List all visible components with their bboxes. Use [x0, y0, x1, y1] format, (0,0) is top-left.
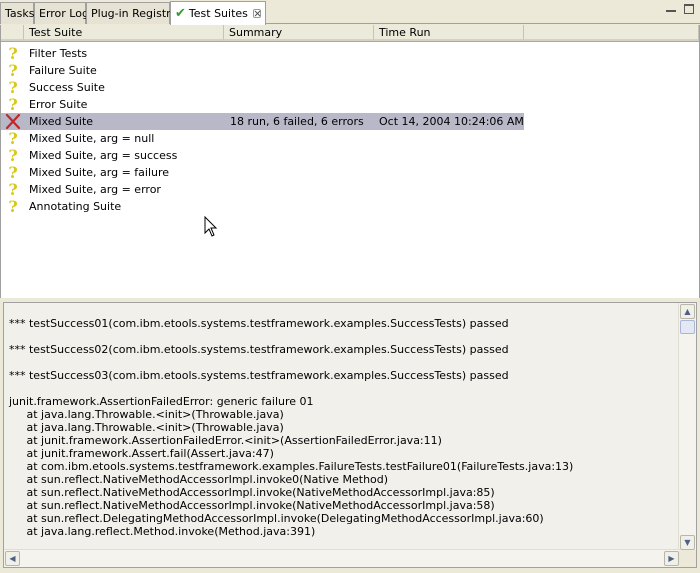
- console-line: at junit.framework.Assert.fail(Assert.ja…: [9, 447, 274, 460]
- close-icon[interactable]: [252, 9, 261, 18]
- test-suite-name: Mixed Suite, arg = null: [29, 132, 155, 145]
- table-row[interactable]: ? Success Suite: [1, 79, 524, 96]
- test-suite-name: Mixed Suite, arg = error: [29, 183, 161, 196]
- test-suite-name: Mixed Suite, arg = failure: [29, 166, 170, 179]
- table-row[interactable]: ? Mixed Suite, arg = success: [1, 147, 524, 164]
- console-line: junit.framework.AssertionFailedError: ge…: [9, 395, 314, 408]
- tab-test-suites[interactable]: ✔ Test Suites: [170, 1, 266, 25]
- test-suite-name: Failure Suite: [29, 64, 97, 77]
- console-line: at sun.reflect.NativeMethodAccessorImpl.…: [9, 473, 389, 486]
- column-header-time-run[interactable]: Time Run: [374, 25, 524, 41]
- question-mark-icon: ?: [8, 78, 18, 97]
- scroll-right-icon[interactable]: ▶: [664, 551, 679, 566]
- column-header-filler: [524, 25, 699, 41]
- console-line: at java.lang.Throwable.<init>(Throwable.…: [9, 421, 284, 434]
- table-row[interactable]: Mixed Suite 18 run, 6 failed, 6 errors Oct…: [1, 113, 524, 130]
- table-header: Test Suite Summary Time Run: [1, 25, 699, 42]
- test-suites-table: Test Suite Summary Time Run ? Filter Test…: [0, 25, 700, 298]
- question-mark-icon: ?: [8, 129, 18, 148]
- question-mark-icon: ?: [8, 180, 18, 199]
- tab-label: Tasks: [5, 6, 35, 20]
- console-line: at sun.reflect.NativeMethodAccessorImpl.…: [9, 499, 495, 512]
- scroll-up-icon[interactable]: ▲: [680, 304, 695, 319]
- tab-label: Test Suites: [188, 6, 248, 20]
- mouse-pointer-icon: [204, 216, 218, 237]
- console-line: at sun.reflect.DelegatingMethodAccessorI…: [9, 512, 544, 525]
- console-text: *** testSuccess01(com.ibm.etools.systems…: [9, 317, 679, 538]
- test-suite-name: Error Suite: [29, 98, 88, 111]
- console-line: at sun.reflect.NativeMethodAccessorImpl.…: [9, 486, 495, 499]
- horizontal-scrollbar[interactable]: ◀ ▶: [4, 549, 680, 567]
- question-mark-icon: ?: [8, 61, 18, 80]
- tab-label: Plug-in Registry: [91, 6, 178, 20]
- test-suite-name: Mixed Suite: [29, 115, 94, 128]
- table-row[interactable]: ? Error Suite: [1, 96, 524, 113]
- console-line: *** testSuccess02(com.ibm.etools.systems…: [9, 343, 509, 356]
- table-row[interactable]: ? Filter Tests: [1, 45, 524, 62]
- tab-plugin-registry[interactable]: Plug-in Registry: [86, 2, 177, 24]
- summary-cell: 18 run, 6 failed, 6 errors: [230, 115, 364, 128]
- scrollbar-corner: [679, 550, 696, 567]
- minimize-icon[interactable]: [666, 6, 676, 12]
- column-header-summary[interactable]: Summary: [224, 25, 374, 41]
- table-row[interactable]: ? Mixed Suite, arg = error: [1, 181, 524, 198]
- question-mark-icon: ?: [8, 95, 18, 114]
- column-header-test-suite[interactable]: Test Suite: [24, 25, 224, 41]
- view-tab-bar: Tasks Error Log Plug-in Registry ✔ Test …: [0, 0, 700, 25]
- red-x-icon: [5, 114, 21, 129]
- view-controls: [666, 4, 694, 14]
- test-suite-name: Annotating Suite: [29, 200, 122, 213]
- table-row[interactable]: ? Failure Suite: [1, 62, 524, 79]
- console-line: *** testSuccess01(com.ibm.etools.systems…: [9, 317, 509, 330]
- table-row[interactable]: ? Mixed Suite, arg = null: [1, 130, 524, 147]
- vertical-scrollbar[interactable]: ▲ ▼: [678, 303, 696, 551]
- maximize-icon[interactable]: [684, 4, 694, 14]
- console-line: at java.lang.reflect.Method.invoke(Metho…: [9, 525, 316, 538]
- scroll-down-icon[interactable]: ▼: [680, 535, 695, 550]
- question-mark-icon: ?: [8, 44, 18, 63]
- table-row[interactable]: ? Annotating Suite: [1, 198, 524, 215]
- console-line: at java.lang.Throwable.<init>(Throwable.…: [9, 408, 284, 421]
- question-mark-icon: ?: [8, 197, 18, 216]
- question-mark-icon: ?: [8, 146, 18, 165]
- console-line: at junit.framework.AssertionFailedError.…: [9, 434, 442, 447]
- tab-tasks[interactable]: Tasks: [0, 2, 34, 24]
- console-output[interactable]: *** testSuccess01(com.ibm.etools.systems…: [3, 302, 697, 568]
- tab-label: Error Log: [39, 6, 89, 20]
- green-check-icon: ✔: [175, 5, 186, 21]
- console-line: *** testSuccess03(com.ibm.etools.systems…: [9, 369, 509, 382]
- test-suite-name: Mixed Suite, arg = success: [29, 149, 178, 162]
- test-suite-name: Filter Tests: [29, 47, 88, 60]
- tab-error-log[interactable]: Error Log: [34, 2, 89, 24]
- column-header-status[interactable]: [1, 25, 24, 41]
- table-row[interactable]: ? Mixed Suite, arg = failure: [1, 164, 524, 181]
- scroll-left-icon[interactable]: ◀: [5, 551, 20, 566]
- scroll-thumb[interactable]: [680, 320, 695, 334]
- test-suite-name: Success Suite: [29, 81, 105, 94]
- time-run-cell: Oct 14, 2004 10:24:06 AM: [379, 115, 524, 128]
- console-line: at com.ibm.etools.systems.testframework.…: [9, 460, 574, 473]
- question-mark-icon: ?: [8, 163, 18, 182]
